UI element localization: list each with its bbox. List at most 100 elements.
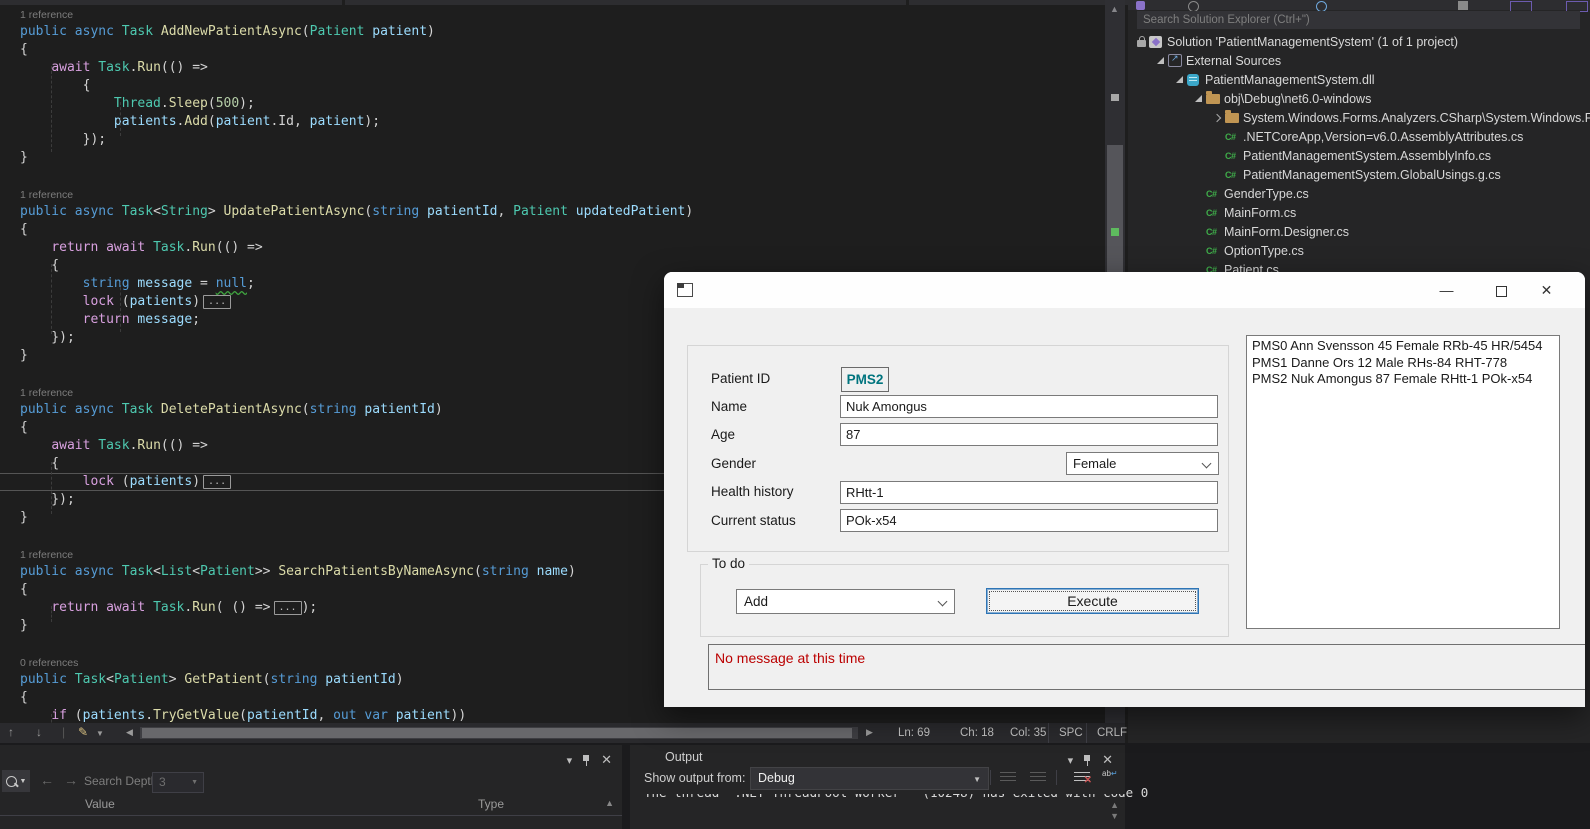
gender-dropdown[interactable]: Female bbox=[1066, 452, 1219, 475]
word-wrap-icon[interactable]: ab↵ bbox=[1102, 769, 1118, 785]
tree-item[interactable]: C# OptionType.cs bbox=[1128, 241, 1590, 260]
clear-all-icon[interactable]: ✕ bbox=[1074, 769, 1090, 785]
collapse-all-icon[interactable] bbox=[1458, 1, 1468, 10]
minimize-button[interactable]: — bbox=[1424, 272, 1469, 308]
expander[interactable] bbox=[1210, 115, 1225, 121]
patient-list-item[interactable]: PMS2 Nuk Amongus 87 Female RHtt-1 POk-x5… bbox=[1252, 371, 1559, 388]
search-icon bbox=[6, 776, 17, 787]
output-scrollbar-arrows[interactable]: ▲▼ bbox=[1110, 800, 1119, 822]
indent-guide bbox=[51, 714, 52, 723]
scrollbar-thumb[interactable] bbox=[142, 728, 852, 738]
close-icon[interactable]: ✕ bbox=[601, 752, 612, 768]
window-position-icon[interactable]: ▾ bbox=[1068, 754, 1074, 767]
patient-list-item[interactable]: PMS0 Ann Svensson 45 Female RRb-45 HR/54… bbox=[1252, 338, 1559, 355]
code-line: Thread.Sleep(500); bbox=[0, 95, 1105, 113]
close-button[interactable]: ✕ bbox=[1524, 272, 1569, 308]
collapsed-region[interactable]: ... bbox=[203, 295, 231, 309]
current-status-label: Current status bbox=[711, 513, 796, 528]
collapsed-region[interactable]: ... bbox=[203, 475, 231, 489]
csharp-file-icon: C# bbox=[1225, 132, 1236, 142]
home-icon[interactable] bbox=[1136, 1, 1145, 10]
column-header-type[interactable]: Type bbox=[478, 797, 504, 811]
code-line: public async Task<String> UpdatePatientA… bbox=[0, 203, 1105, 221]
tree-item[interactable]: System.Windows.Forms.Analyzers.CSharp\Sy… bbox=[1128, 108, 1590, 127]
csharp-file-icon: C# bbox=[1225, 170, 1236, 180]
editor-horizontal-scrollbar[interactable] bbox=[140, 727, 858, 739]
health-history-input[interactable]: RHtt-1 bbox=[840, 481, 1218, 504]
nav-up-icon[interactable]: ↑ bbox=[8, 725, 14, 739]
solution-explorer-search-input[interactable]: Search Solution Explorer (Ctrl+") bbox=[1137, 11, 1580, 29]
column-header-value[interactable]: Value bbox=[85, 797, 115, 811]
indent-guide bbox=[51, 66, 52, 152]
next-message-icon[interactable] bbox=[1030, 769, 1046, 785]
scrollbar-change-marker bbox=[1111, 228, 1119, 236]
window-position-icon[interactable]: ▾ bbox=[567, 754, 573, 767]
tree-item-label: External Sources bbox=[1186, 54, 1281, 68]
output-panel: Output ▾ ✕ The thread '.NET ThreadPool W… bbox=[630, 745, 1125, 829]
expander[interactable] bbox=[1153, 57, 1168, 64]
tree-item[interactable]: PatientManagementSystem.dll bbox=[1128, 70, 1590, 89]
indent-guide bbox=[51, 264, 52, 334]
tree-item-label: Solution 'PatientManagementSystem' (1 of… bbox=[1167, 35, 1458, 49]
name-input[interactable]: Nuk Amongus bbox=[840, 395, 1218, 418]
code-line: { bbox=[0, 77, 1105, 95]
expanded-arrow-icon bbox=[1176, 76, 1183, 83]
tree-item[interactable]: obj\Debug\net6.0-windows bbox=[1128, 89, 1590, 108]
toolbar-separator bbox=[1056, 770, 1057, 785]
scroll-right-icon[interactable]: ▶ bbox=[866, 727, 873, 738]
todo-group-caption: To do bbox=[708, 556, 749, 571]
dialog-title-bar[interactable]: — ✕ bbox=[664, 272, 1585, 308]
pin-icon[interactable] bbox=[582, 754, 591, 767]
scroll-up-icon[interactable]: ▲ bbox=[605, 798, 614, 808]
tree-item[interactable]: C#GenderType.cs bbox=[1128, 184, 1590, 203]
panel-title: Output bbox=[665, 750, 703, 764]
forward-arrow-icon[interactable]: → bbox=[64, 772, 78, 788]
expander[interactable] bbox=[1191, 95, 1206, 102]
expanded-arrow-icon bbox=[1157, 57, 1164, 64]
back-arrow-icon[interactable]: ← bbox=[40, 772, 54, 788]
patient-listbox[interactable]: PMS0 Ann Svensson 45 Female RRb-45 HR/54… bbox=[1246, 335, 1560, 629]
output-toolbar: Show output from: Debug ▼ ✕ ab↵ bbox=[630, 767, 1125, 794]
chevron-down-icon[interactable]: ▼ bbox=[96, 729, 104, 738]
tree-item[interactable]: C#MainForm.Designer.cs bbox=[1128, 222, 1590, 241]
chevron-down-icon bbox=[1202, 459, 1212, 469]
chevron-down-icon bbox=[938, 597, 948, 607]
scroll-up-icon[interactable]: ▲ bbox=[1110, 4, 1119, 14]
execute-button[interactable]: Execute bbox=[986, 588, 1199, 614]
patient-list-item[interactable]: PMS1 Danne Ors 12 Male RHs-84 RHT-778 bbox=[1252, 355, 1559, 372]
tree-item[interactable]: Solution 'PatientManagementSystem' (1 of… bbox=[1128, 32, 1590, 51]
code-line: public async Task AddNewPatientAsync(Pat… bbox=[0, 23, 1105, 41]
health-history-label: Health history bbox=[711, 484, 794, 499]
tree-item[interactable]: External Sources bbox=[1128, 51, 1590, 70]
status-line[interactable]: Ln: 69 bbox=[888, 723, 940, 743]
status-char[interactable]: Ch: 18 bbox=[950, 723, 1004, 743]
name-label: Name bbox=[711, 399, 747, 414]
age-input[interactable]: 87 bbox=[840, 423, 1218, 446]
tree-item[interactable]: C#MainForm.cs bbox=[1128, 203, 1590, 222]
chevron-down-icon: ▼ bbox=[973, 769, 981, 790]
search-depth-dropdown[interactable]: 3 ▼ bbox=[152, 772, 204, 793]
tree-item[interactable]: C#PatientManagementSystem.AssemblyInfo.c… bbox=[1128, 146, 1590, 165]
solution-icon bbox=[1149, 36, 1162, 48]
scroll-left-icon[interactable]: ◀ bbox=[126, 727, 133, 738]
watch-search-button[interactable]: ▼ bbox=[2, 770, 30, 792]
codelens-reference: 1 reference bbox=[0, 5, 1105, 23]
nav-down-icon[interactable]: ↓ bbox=[36, 725, 42, 739]
tree-item[interactable]: C#.NETCoreApp,Version=v6.0.AssemblyAttri… bbox=[1128, 127, 1590, 146]
output-source-dropdown[interactable]: Debug ▼ bbox=[750, 767, 989, 790]
tree-item-label: OptionType.cs bbox=[1224, 244, 1304, 258]
prev-message-icon[interactable] bbox=[1000, 769, 1016, 785]
tree-item[interactable]: C#PatientManagementSystem.GlobalUsings.g… bbox=[1128, 165, 1590, 184]
code-cleanup-icon[interactable]: ✎ bbox=[78, 725, 88, 739]
indent-guide bbox=[120, 102, 121, 136]
expander[interactable] bbox=[1172, 76, 1187, 83]
external-icon bbox=[1168, 54, 1182, 67]
maximize-button[interactable] bbox=[1479, 272, 1524, 308]
pin-icon[interactable] bbox=[1083, 754, 1092, 767]
current-status-input[interactable]: POk-x54 bbox=[840, 509, 1218, 532]
collapsed-region[interactable]: ... bbox=[274, 601, 302, 615]
todo-action-dropdown[interactable]: Add bbox=[736, 589, 955, 614]
csharp-file-icon: C# bbox=[1206, 246, 1217, 256]
solution-explorer-toolbar bbox=[1128, 0, 1590, 10]
close-icon[interactable]: ✕ bbox=[1102, 752, 1113, 768]
